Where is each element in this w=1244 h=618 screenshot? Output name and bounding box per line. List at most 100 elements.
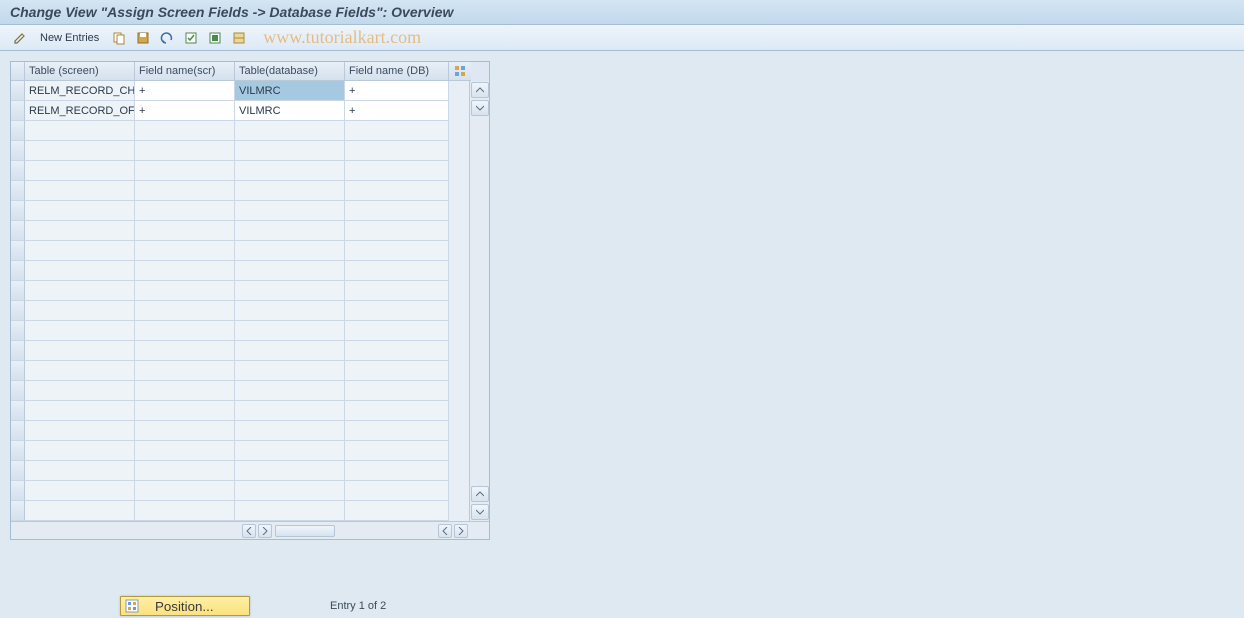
row-selector[interactable] [11,341,25,361]
toggle-display-change-button[interactable] [10,28,30,48]
cell-empty[interactable] [25,281,135,301]
cell-empty[interactable] [25,161,135,181]
cell-empty[interactable] [135,121,235,141]
cell-table-screen[interactable]: RELM_RECORD_CH… [25,81,135,101]
row-selector[interactable] [11,321,25,341]
new-entries-button[interactable]: New Entries [34,28,105,48]
cell-empty[interactable] [25,421,135,441]
row-selector[interactable] [11,161,25,181]
scroll-up-button[interactable] [471,486,489,502]
cell-empty[interactable] [235,261,345,281]
cell-empty[interactable] [25,201,135,221]
hscroll-thumb[interactable] [275,525,335,537]
cell-empty[interactable] [135,461,235,481]
cell-empty[interactable] [25,401,135,421]
row-selector[interactable] [11,261,25,281]
cell-empty[interactable] [235,461,345,481]
cell-empty[interactable] [135,201,235,221]
cell-table-db[interactable]: VILMRC [235,101,345,121]
cell-empty[interactable] [235,321,345,341]
cell-empty[interactable] [345,281,449,301]
cell-empty[interactable] [235,401,345,421]
cell-empty[interactable] [25,261,135,281]
cell-empty[interactable] [235,481,345,501]
cell-empty[interactable] [235,441,345,461]
cell-empty[interactable] [25,241,135,261]
row-selector[interactable] [11,481,25,501]
cell-empty[interactable] [235,361,345,381]
cell-empty[interactable] [135,241,235,261]
cell-empty[interactable] [235,181,345,201]
cell-table-screen[interactable]: RELM_RECORD_OF… [25,101,135,121]
cell-empty[interactable] [135,301,235,321]
cell-empty[interactable] [25,441,135,461]
cell-empty[interactable] [135,501,235,521]
row-selector[interactable] [11,461,25,481]
scroll-right-button[interactable] [258,524,272,538]
cell-empty[interactable] [235,341,345,361]
cell-empty[interactable] [345,421,449,441]
cell-empty[interactable] [235,221,345,241]
row-selector[interactable] [11,361,25,381]
row-selector[interactable] [11,181,25,201]
cell-empty[interactable] [135,181,235,201]
cell-empty[interactable] [25,361,135,381]
vertical-scrollbar[interactable] [469,81,489,521]
cell-empty[interactable] [235,301,345,321]
cell-empty[interactable] [135,481,235,501]
row-selector[interactable] [11,141,25,161]
cell-empty[interactable] [345,121,449,141]
row-selector[interactable] [11,501,25,521]
column-header-field-db[interactable]: Field name (DB) [345,62,449,81]
cell-empty[interactable] [235,121,345,141]
row-selector[interactable] [11,281,25,301]
cell-empty[interactable] [345,301,449,321]
cell-empty[interactable] [235,281,345,301]
scroll-up-button[interactable] [471,82,489,98]
cell-empty[interactable] [345,501,449,521]
cell-empty[interactable] [25,301,135,321]
cell-empty[interactable] [345,481,449,501]
column-header-table-screen[interactable]: Table (screen) [25,62,135,81]
cell-empty[interactable] [345,461,449,481]
cell-empty[interactable] [345,341,449,361]
cell-empty[interactable] [235,201,345,221]
row-selector[interactable] [11,101,25,121]
cell-empty[interactable] [135,141,235,161]
cell-empty[interactable] [235,141,345,161]
cell-empty[interactable] [25,461,135,481]
cell-empty[interactable] [25,221,135,241]
horizontal-scrollbar[interactable] [11,521,489,539]
cell-empty[interactable] [25,481,135,501]
cell-empty[interactable] [135,361,235,381]
cell-empty[interactable] [345,141,449,161]
cell-empty[interactable] [235,241,345,261]
cell-empty[interactable] [345,381,449,401]
column-header-field-scr[interactable]: Field name(scr) [135,62,235,81]
cell-empty[interactable] [135,381,235,401]
cell-empty[interactable] [25,501,135,521]
save-button[interactable] [133,28,153,48]
cell-empty[interactable] [345,241,449,261]
cell-empty[interactable] [235,501,345,521]
cell-empty[interactable] [345,321,449,341]
scroll-left-button[interactable] [438,524,452,538]
position-button[interactable]: Position... [120,596,250,616]
select-block-button[interactable] [205,28,225,48]
cell-empty[interactable] [25,381,135,401]
cell-empty[interactable] [345,201,449,221]
cell-empty[interactable] [25,181,135,201]
row-selector[interactable] [11,221,25,241]
cell-empty[interactable] [135,441,235,461]
cell-empty[interactable] [345,361,449,381]
column-header-table-db[interactable]: Table(database) [235,62,345,81]
cell-empty[interactable] [135,221,235,241]
cell-empty[interactable] [135,261,235,281]
cell-table-db[interactable]: VILMRC [235,81,345,101]
cell-empty[interactable] [135,161,235,181]
cell-empty[interactable] [345,441,449,461]
cell-field-db[interactable]: + [345,101,449,121]
scroll-down-button[interactable] [471,504,489,520]
delimit-button[interactable] [229,28,249,48]
cell-empty[interactable] [25,321,135,341]
